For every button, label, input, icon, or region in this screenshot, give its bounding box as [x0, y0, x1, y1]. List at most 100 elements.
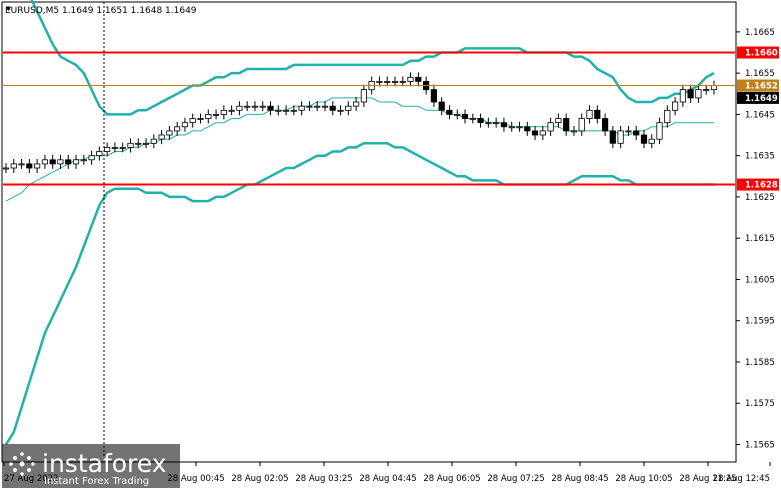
candle-body: [173, 126, 181, 132]
candle-body: [524, 126, 531, 132]
candle-body: [337, 109, 344, 112]
x-tick-label: 28 Aug 04:45: [359, 474, 416, 484]
candle-body: [687, 89, 694, 99]
candle-body: [127, 142, 134, 148]
candle-body: [492, 122, 500, 125]
candle-body: [41, 159, 49, 165]
y-tick-label: 1.1575: [745, 399, 775, 409]
candle-body: [446, 109, 453, 115]
x-tick-label: 28 Aug 12:45: [713, 474, 770, 484]
candle-body: [415, 76, 422, 82]
candle-body: [65, 159, 72, 165]
y-tick-label: 1.1605: [745, 275, 775, 285]
candle-body: [695, 89, 702, 99]
candle-body: [34, 163, 41, 169]
x-tick-label: 28 Aug 10:05: [615, 474, 672, 484]
candle-body: [477, 118, 484, 123]
candle-body: [259, 105, 266, 108]
x-tick-label: 28 Aug 03:25: [295, 474, 352, 484]
candle-body: [306, 105, 313, 108]
candle-body: [220, 109, 227, 115]
candle-body: [26, 163, 33, 169]
candle-body: [633, 130, 640, 136]
candle-body: [672, 101, 679, 111]
chart-background: [0, 0, 781, 489]
candle-body: [360, 89, 368, 103]
y-tick-label: 1.1565: [745, 440, 775, 450]
candle-body: [345, 105, 352, 111]
candle-body: [578, 118, 585, 132]
candle-body: [485, 122, 492, 125]
candle-body: [321, 105, 329, 108]
y-tick-label: 1.1625: [745, 193, 775, 203]
candle-body: [158, 134, 165, 140]
candle-body: [640, 134, 648, 144]
candle-body: [88, 155, 95, 161]
y-tick-label: 1.1635: [745, 152, 775, 162]
candle-body: [469, 118, 476, 120]
level-price-tag-0-text: 1.1660: [745, 49, 778, 59]
candle-body: [135, 142, 142, 145]
price-chart[interactable]: EURUSD,M5 1.1649 1.1651 1.1648 1.1649 1.…: [0, 0, 781, 489]
candle-body: [80, 159, 87, 162]
candle-body: [352, 101, 360, 107]
candle-body: [119, 146, 126, 149]
y-tick-label: 1.1665: [745, 28, 775, 38]
candle-body: [72, 159, 80, 165]
watermark-brand: instaforex: [42, 449, 167, 478]
candle-body: [205, 114, 212, 119]
candle-body: [275, 109, 282, 112]
candle-body: [609, 130, 616, 144]
candle-body: [625, 130, 632, 133]
candle-body: [111, 146, 118, 149]
candle-body: [96, 151, 103, 156]
candle-body: [656, 122, 663, 140]
current-level-price-tag-text: 1.1652: [745, 82, 778, 92]
watermark-tagline: Instant Forex Trading: [44, 476, 149, 487]
candle-body: [104, 146, 111, 152]
candle-body: [189, 118, 196, 123]
candle-body: [166, 130, 173, 136]
candle-body: [570, 130, 578, 133]
candle-body: [267, 105, 274, 111]
candle-body: [298, 105, 305, 111]
candle-body: [391, 81, 399, 83]
level-price-tag-1-text: 1.1628: [745, 181, 778, 191]
candle-body: [664, 109, 671, 124]
candle-body: [508, 126, 515, 129]
candle-body: [555, 118, 562, 123]
current-price-tag-text: 1.1649: [745, 94, 778, 104]
chart-root: EURUSD,M5 1.1649 1.1651 1.1648 1.1649 1.…: [0, 0, 781, 489]
y-tick-label: 1.1655: [745, 69, 775, 79]
candle-body: [150, 138, 157, 144]
candle-body: [500, 122, 508, 128]
candle-body: [57, 159, 64, 165]
candle-body: [228, 109, 235, 112]
candle-body: [563, 118, 570, 132]
x-tick-label: 28 Aug 08:45: [551, 474, 608, 484]
candle-body: [516, 126, 523, 129]
y-tick-label: 1.1585: [745, 358, 775, 368]
candle-body: [49, 159, 56, 165]
candle-body: [329, 105, 336, 111]
candle-body: [384, 81, 391, 83]
y-tick-label: 1.1615: [745, 234, 775, 244]
candle-body: [399, 81, 406, 83]
candle-body: [181, 122, 188, 128]
candle-body: [282, 109, 290, 112]
candle-body: [314, 105, 321, 108]
candle-body: [18, 163, 25, 166]
y-tick-label: 1.1595: [745, 317, 775, 327]
candle-body: [454, 114, 461, 116]
symbol-info-label: EURUSD,M5 1.1649 1.1651 1.1648 1.1649: [5, 6, 197, 16]
candle-body: [430, 89, 438, 103]
candle-body: [212, 114, 220, 116]
candle-body: [461, 114, 469, 119]
candle-body: [617, 130, 624, 144]
candle-body: [648, 138, 655, 144]
candle-body: [142, 142, 150, 145]
candle-body: [197, 118, 204, 120]
candle-body: [251, 105, 258, 108]
candle-body: [236, 105, 243, 111]
candle-body: [586, 109, 593, 120]
